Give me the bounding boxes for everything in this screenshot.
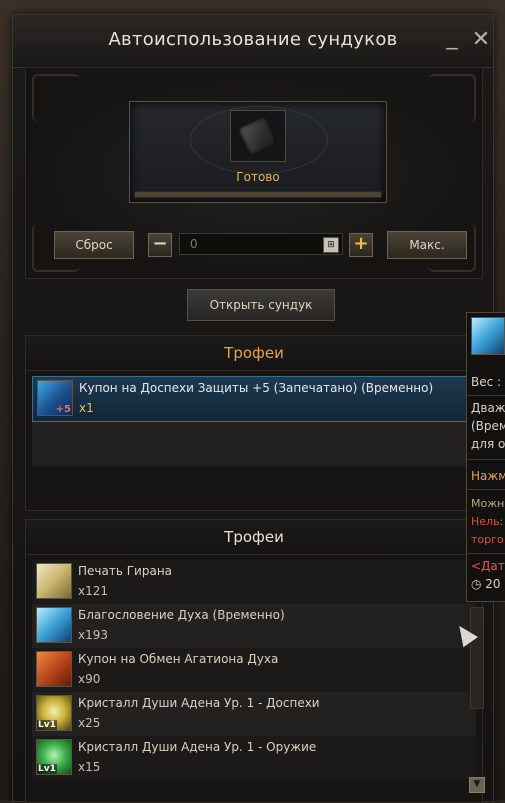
list-item[interactable]: Lv1 Кристалл Души Адена Ур. 1 - Оружие x… (32, 736, 476, 780)
tooltip-note: торго (471, 533, 504, 546)
tooltip-weight: Вес : (471, 375, 502, 389)
list-item-empty (32, 422, 476, 466)
title-bar[interactable]: Автоиспользование сундуков _ ✕ (13, 15, 493, 68)
giran-seal-icon (36, 563, 72, 599)
quantity-value: 0 (190, 237, 198, 251)
level-badge: Lv1 (37, 720, 57, 730)
window-title: Автоиспользование сундуков (108, 29, 398, 50)
result-trophies-panel: Трофеи +5 Купон на Доспехи Защиты +5 (За… (25, 335, 483, 511)
scroll-down-button[interactable]: ▼ (469, 777, 485, 793)
increase-button[interactable]: + (349, 233, 373, 257)
spirit-blessing-icon (471, 317, 505, 355)
soul-crystal-weapon-icon: Lv1 (36, 739, 72, 775)
result-trophies-heading: Трофеи (26, 336, 482, 371)
reset-button[interactable]: Сброс (54, 231, 134, 259)
item-count: x15 (78, 760, 101, 774)
chest-slot[interactable] (230, 110, 286, 162)
spirit-blessing-icon (36, 607, 72, 643)
item-count: x193 (78, 628, 109, 642)
tooltip-divider (467, 489, 505, 490)
tooltip-divider (467, 459, 505, 460)
list-item[interactable]: Lv1 Кристалл Души Адена Ур. 1 - Доспехи … (32, 692, 476, 736)
list-item[interactable]: +5 Купон на Доспехи Защиты +5 (Запечатан… (32, 376, 476, 422)
item-tooltip: Вес : Дваж (Врем для о Нажм Можн Нель: т… (466, 312, 505, 602)
level-badge: Lv1 (37, 764, 57, 774)
minimize-button[interactable]: _ (440, 27, 464, 49)
tooltip-date-label: <Дат (471, 559, 505, 573)
trophies-list-panel: Трофеи Печать Гирана x121 Благословение … (25, 519, 483, 803)
list-item[interactable]: Благословение Духа (Временно) x193 (32, 604, 476, 648)
tooltip-note: Нель: (471, 515, 504, 528)
item-name: Купон на Доспехи Защиты +5 (Запечатано) … (79, 381, 434, 395)
max-button[interactable]: Макс. (387, 231, 467, 259)
tooltip-note: Можн (471, 497, 505, 510)
item-name: Благословение Духа (Временно) (78, 608, 285, 622)
armor-coupon-icon: +5 (37, 380, 73, 416)
list-item[interactable]: Печать Гирана x121 (32, 560, 476, 604)
list-item[interactable]: Купон на Обмен Агатиона Духа x90 (32, 648, 476, 692)
chest-auto-use-window: Автоиспользование сундуков _ ✕ Готово Сб… (12, 14, 494, 803)
tooltip-action: Нажм (471, 469, 505, 483)
item-count: x1 (79, 401, 94, 415)
close-button[interactable]: ✕ (469, 29, 493, 51)
tooltip-desc-line: Дваж (471, 401, 505, 415)
item-count: x121 (78, 584, 109, 598)
ornament-corner (428, 74, 476, 122)
tooltip-desc-line: для о (471, 437, 505, 451)
calculator-icon[interactable]: ⊞ (323, 237, 339, 253)
tooltip-timer-value: 20 (485, 577, 501, 591)
progress-bar (134, 191, 382, 198)
item-count: x90 (78, 672, 101, 686)
status-text: Готово (236, 170, 280, 184)
timer-icon: ◷ (471, 577, 486, 591)
tooltip-desc-line: (Врем (471, 419, 505, 433)
item-name: Печать Гирана (78, 564, 173, 578)
trophies-list-heading: Трофеи (26, 520, 482, 555)
tooltip-divider (467, 553, 505, 554)
chest-display: Готово (129, 101, 387, 203)
tooltip-timer: ◷ 20 (471, 577, 501, 591)
item-name: Купон на Обмен Агатиона Духа (78, 652, 279, 666)
tooltip-divider (467, 395, 505, 396)
scrollbar-thumb[interactable] (470, 607, 484, 709)
open-chest-button[interactable]: Открыть сундук (187, 289, 335, 321)
item-name: Кристалл Души Адена Ур. 1 - Доспехи (78, 696, 320, 710)
chest-icon (238, 116, 278, 156)
quantity-input[interactable]: 0 ⊞ (179, 233, 343, 255)
decrease-button[interactable]: − (148, 233, 172, 257)
soul-crystal-armor-icon: Lv1 (36, 695, 72, 731)
agathion-coupon-icon (36, 651, 72, 687)
item-name: Кристалл Души Адена Ур. 1 - Оружие (78, 740, 317, 754)
enchant-badge: +5 (55, 404, 71, 415)
item-count: x25 (78, 716, 101, 730)
